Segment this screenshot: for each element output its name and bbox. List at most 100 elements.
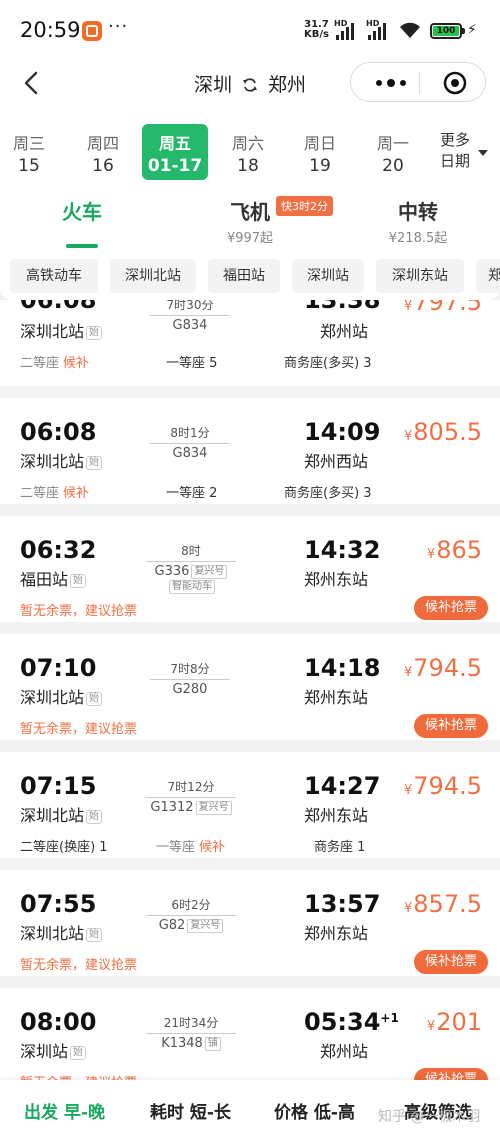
date-weekday: 周三 [12, 134, 45, 153]
train-row[interactable]: 07:55 深圳北站始 6时2分 G82 复兴号 13:57 郑州东站 ¥857.… [0, 870, 500, 976]
train-row[interactable]: 08:00 深圳站始 21时34分 K1348 铺 05:34+1 郑州站 ¥20… [0, 988, 500, 1080]
waitlist-label: 候补 [199, 840, 226, 855]
train-row[interactable]: 06:32 福田站始 8时 G336 复兴号 智能动车 14:32 郑州东站 ¥8… [0, 516, 500, 622]
seat-label: 二等座 [20, 486, 60, 501]
price-value: 857.5 [413, 890, 482, 918]
station-filter-bar: 高铁动车 深圳北站 福田站 深圳站 深圳东站 郑 [0, 252, 500, 300]
train-number: G1312 [150, 800, 194, 815]
to-city: 郑州 [268, 74, 307, 96]
train-row[interactable]: 07:15 深圳北站始 7时12分 G1312 复兴号 14:27 郑州东站 ¥7… [0, 752, 500, 858]
arrival-station: 郑州东站 [304, 924, 369, 943]
station-name: 深圳北站 [20, 452, 85, 471]
filter-chip[interactable]: 郑 [476, 259, 500, 293]
station-name: 深圳北站 [20, 688, 85, 707]
train-info: 7时30分 G834 [150, 300, 230, 333]
duration-line [150, 679, 230, 680]
departure-station: 深圳北站始 [20, 920, 103, 944]
date-item-selected[interactable]: 周五 01-17 [142, 124, 208, 180]
duration: 8时1分 [170, 426, 210, 440]
close-mini-program-icon[interactable] [443, 71, 467, 95]
duration-line [146, 915, 236, 916]
departure-time: 07:15 [20, 772, 97, 800]
train-info: 21时34分 K1348 铺 [146, 1014, 236, 1051]
seat-label: 一等座 [156, 840, 196, 855]
train-number: G834 [172, 446, 208, 461]
train-row[interactable]: 06:08 深圳北站始 7时30分 G834 13:38 郑州站 ¥797.5 … [0, 300, 500, 386]
duration: 7时12分 [167, 780, 215, 794]
train-tag: 复兴号 [191, 565, 228, 579]
train-row[interactable]: 06:08 深圳北站始 8时1分 G834 14:09 郑州西站 ¥805.5 … [0, 398, 500, 504]
sold-out-note: 暂无余票，建议抢票 [20, 1072, 137, 1080]
watermark: 知乎 @一极木羽 [378, 1109, 481, 1125]
seat-second-class: 二等座(换座) 1 [20, 840, 108, 855]
arrival-time: 05:34+1 [304, 1008, 399, 1036]
ticket-price: ¥805.5 [404, 418, 482, 446]
filter-chip[interactable]: 深圳北站 [110, 259, 196, 293]
origin-mark: 始 [86, 928, 103, 942]
tab-price: ¥218.5起 [388, 231, 448, 246]
waitlist-grab-button[interactable]: 候补抢票 [414, 596, 488, 620]
date-weekday: 周一 [376, 134, 409, 153]
tab-train[interactable]: 火车 [50, 196, 114, 248]
app-notification-icon [82, 21, 102, 41]
departure-time: 06:32 [20, 536, 97, 564]
departure-time: 06:08 [20, 418, 97, 446]
seat-first-class: 一等座 候补 [156, 836, 225, 855]
date-item[interactable]: 周四 16 [70, 124, 136, 180]
train-number: K1348 [161, 1036, 203, 1051]
date-day: 20 [382, 156, 404, 176]
tab-price: ¥997起 [226, 231, 274, 246]
train-tag: 铺 [204, 1037, 221, 1051]
date-item[interactable]: 周六 18 [215, 124, 281, 180]
date-item[interactable]: 周一 20 [360, 124, 426, 180]
date-item[interactable]: 周三 15 [0, 124, 62, 180]
arrival-time: 14:09 [304, 418, 381, 446]
train-list: 06:08 深圳北站始 7时30分 G834 13:38 郑州站 ¥797.5 … [0, 300, 500, 1080]
network-speed: 31.7 KB/s [304, 20, 329, 40]
filter-chip[interactable]: 深圳站 [292, 259, 364, 293]
date-item[interactable]: 周日 19 [287, 124, 353, 180]
sort-price-button[interactable]: 价格 低-高 [274, 1098, 355, 1123]
arrival-time: 14:27 [304, 772, 381, 800]
more-options-icon[interactable] [371, 73, 411, 93]
train-info: 7时12分 G1312 复兴号 [146, 778, 236, 815]
more-dates-button[interactable]: 更多 日期 [440, 130, 488, 172]
waitlist-grab-button[interactable]: 候补抢票 [414, 1068, 488, 1080]
date-selector: 周三 15 周四 16 周五 01-17 周六 18 周日 19 周一 20 更… [0, 116, 500, 186]
station-name: 深圳北站 [20, 806, 85, 825]
status-time: 20:59 [20, 18, 81, 42]
capsule-divider [419, 72, 420, 94]
filter-chip[interactable]: 高铁动车 [10, 259, 98, 293]
dropdown-arrow-icon [478, 150, 488, 156]
ticket-price: ¥794.5 [404, 654, 482, 682]
charging-icon: ⚡ [467, 22, 477, 38]
duration: 8时 [181, 544, 201, 558]
arrival-time: 14:32 [304, 536, 381, 564]
tab-transfer[interactable]: 中转 ¥218.5起 [378, 196, 458, 246]
filter-chip[interactable]: 福田站 [208, 259, 280, 293]
sort-duration-button[interactable]: 耗时 短-长 [150, 1098, 231, 1123]
signal-1-icon [336, 22, 354, 40]
departure-station: 福田站始 [20, 566, 87, 590]
swap-icon[interactable] [242, 77, 258, 93]
waitlist-grab-button[interactable]: 候补抢票 [414, 950, 488, 974]
train-tag-row: 智能动车 [146, 579, 236, 594]
more-dates-line2: 日期 [440, 152, 471, 170]
filter-chip[interactable]: 深圳东站 [376, 259, 464, 293]
sort-departure-button[interactable]: 出发 早-晚 [24, 1098, 105, 1123]
more-dates-line1: 更多 [440, 131, 471, 149]
arrival-time-value: 05:34 [304, 1008, 381, 1036]
duration-line [146, 1033, 236, 1034]
date-day: 18 [237, 156, 259, 176]
departure-time: 07:55 [20, 890, 97, 918]
battery-level: 100 [433, 26, 459, 36]
departure-station: 深圳北站始 [20, 802, 103, 826]
date-day: 01-17 [147, 156, 203, 176]
seat-business-class: 商务座 1 [314, 840, 366, 855]
waitlist-grab-button[interactable]: 候补抢票 [414, 714, 488, 738]
price-value: 865 [436, 536, 482, 564]
train-row[interactable]: 07:10 深圳北站始 7时8分 G280 14:18 郑州东站 ¥794.5 … [0, 634, 500, 740]
train-info: 7时8分 G280 [150, 660, 230, 697]
price-value: 805.5 [413, 418, 482, 446]
ticket-price: ¥857.5 [404, 890, 482, 918]
